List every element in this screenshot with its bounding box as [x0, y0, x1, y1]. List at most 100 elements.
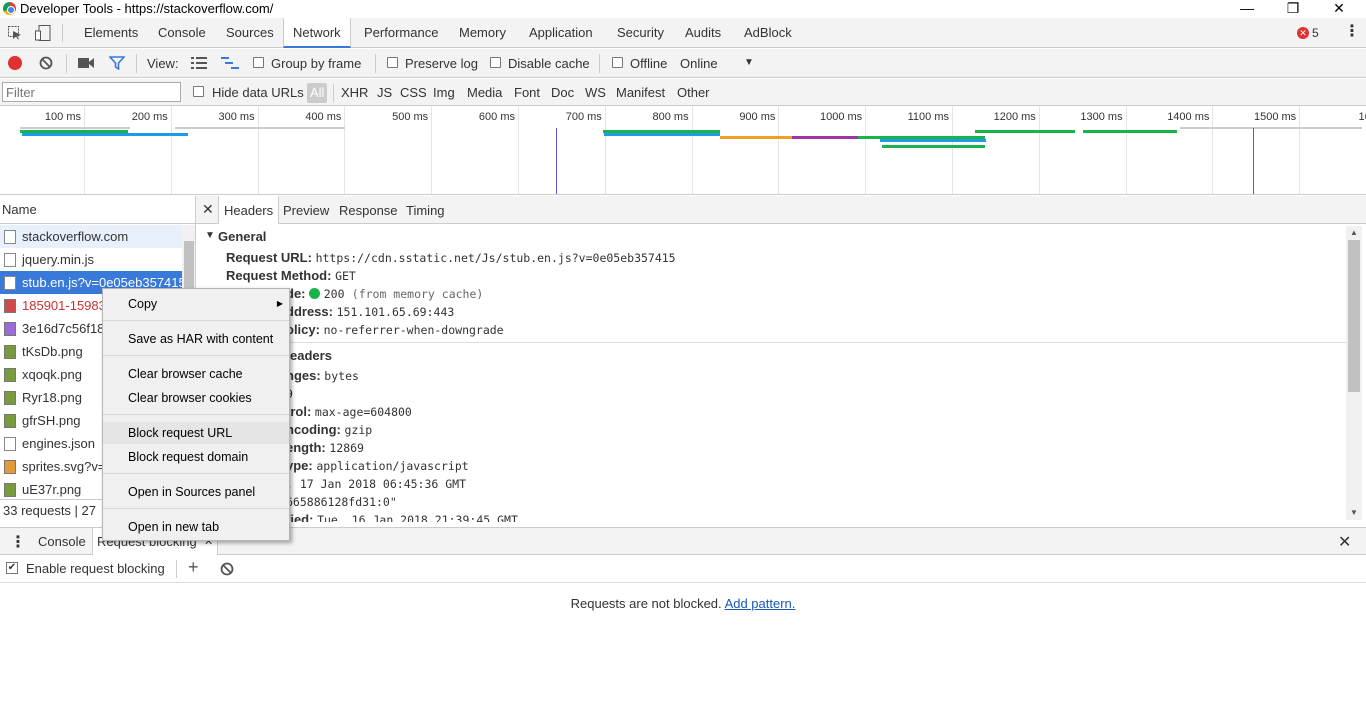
device-toolbar-icon[interactable] [35, 25, 51, 41]
disable-cache-checkbox[interactable] [490, 57, 501, 68]
enable-request-blocking-checkbox[interactable]: ✔ [6, 562, 18, 574]
header-value: bytes [324, 369, 359, 383]
tab-headers[interactable]: Headers [218, 196, 280, 224]
details-scrollbar[interactable]: ▲ ▼ [1346, 226, 1362, 520]
remove-all-patterns-icon[interactable] [220, 562, 234, 576]
open-in-sources-menu-item[interactable]: Open in Sources panel [103, 481, 289, 503]
filter-type-js[interactable]: JS [377, 85, 392, 100]
timeline-tick-label: 1100 ms [907, 111, 949, 123]
throttling-dropdown-icon[interactable]: ▼ [744, 57, 754, 68]
timeline-tick-label: 1000 ms [819, 111, 863, 123]
close-window-button[interactable]: ✕ [1316, 0, 1362, 18]
network-overview-timeline[interactable]: 100 ms 200 ms 300 ms 400 ms 500 ms 600 ms 700 … [0, 106, 1366, 195]
filter-type-other[interactable]: Other [677, 85, 710, 100]
timeline-tick-label: 1300 ms [1080, 111, 1123, 123]
tab-performance[interactable]: Performance [362, 18, 440, 48]
tab-security[interactable]: Security [615, 18, 666, 48]
timeline-gridline [1125, 106, 1127, 194]
capture-screenshots-icon[interactable] [78, 57, 95, 69]
window-title-bar: Developer Tools - https://stackoverflow.… [0, 0, 1366, 18]
copy-menu-item[interactable]: Copy ▶ [103, 293, 289, 315]
clear-cookies-menu-item[interactable]: Clear browser cookies [103, 387, 289, 409]
general-section-title[interactable]: General [218, 229, 266, 244]
filter-type-manifest[interactable]: Manifest [616, 85, 665, 100]
offline-checkbox[interactable] [612, 57, 623, 68]
close-details-icon[interactable]: ✕ [202, 201, 214, 218]
error-count[interactable]: 5 [1312, 26, 1319, 40]
drawer-menu-icon[interactable]: ⋮ [10, 532, 26, 552]
tab-response[interactable]: Response [339, 196, 398, 224]
request-row[interactable]: stackoverflow.com [0, 225, 182, 248]
filter-type-doc[interactable]: Doc [551, 85, 574, 100]
large-rows-icon[interactable] [191, 57, 207, 69]
request-method-value: GET [335, 269, 356, 283]
context-menu: Copy ▶ Save as HAR with content Clear brows… [102, 288, 290, 541]
add-pattern-link[interactable]: Add pattern. [725, 596, 796, 611]
tab-preview[interactable]: Preview [283, 196, 329, 224]
request-name: jquery.min.js [22, 252, 95, 267]
filter-icon[interactable] [108, 56, 126, 71]
filter-bar: Hide data URLs All XHR JS CSS Img Media … [0, 79, 1366, 106]
filter-type-xhr[interactable]: XHR [341, 85, 368, 100]
tab-sources[interactable]: Sources [224, 18, 276, 48]
inspect-element-icon[interactable] [8, 26, 22, 40]
error-icon[interactable]: ✕ [1297, 27, 1309, 39]
minimize-button[interactable]: — [1224, 0, 1270, 18]
tab-timing[interactable]: Timing [406, 196, 445, 224]
restore-button[interactable]: ❐ [1270, 0, 1316, 18]
filter-type-all[interactable]: All [307, 83, 328, 103]
tab-adblock[interactable]: AdBlock [742, 18, 794, 48]
remote-address-row: ddress: 151.101.65.69:443 [286, 304, 454, 319]
block-request-domain-menu-item[interactable]: Block request domain [103, 446, 289, 468]
timeline-request-bar [792, 136, 858, 139]
tab-memory[interactable]: Memory [457, 18, 508, 48]
clear-cache-menu-item[interactable]: Clear browser cache [103, 363, 289, 385]
clear-icon[interactable] [39, 56, 53, 70]
block-request-url-menu-item[interactable]: Block request URL [103, 422, 289, 444]
filter-type-font[interactable]: Font [514, 85, 540, 100]
filter-type-img[interactable]: Img [433, 85, 455, 100]
tab-application[interactable]: Application [527, 18, 595, 48]
tab-console[interactable]: Console [156, 18, 208, 48]
disable-cache-label: Disable cache [508, 56, 590, 71]
response-header-row: trol: max-age=604800 [286, 404, 412, 419]
status-code-row: de: 200 (from memory cache) [286, 286, 483, 301]
menu-separator [103, 414, 289, 415]
timeline-request-bar [975, 130, 1075, 133]
group-by-frame-checkbox[interactable] [253, 57, 264, 68]
timeline-tick-label: 800 ms [652, 111, 689, 123]
remote-address-key: ddress: [286, 304, 333, 319]
save-har-menu-item[interactable]: Save as HAR with content [103, 328, 289, 350]
close-drawer-icon[interactable]: ✕ [1338, 532, 1351, 552]
header-value: application/javascript [316, 459, 469, 473]
drawer-tab-console[interactable]: Console [38, 534, 86, 549]
request-url-row: Request URL: https://cdn.sstatic.net/Js/… [226, 250, 676, 265]
filter-type-ws[interactable]: WS [585, 85, 606, 100]
tab-elements[interactable]: Elements [82, 18, 140, 48]
timeline-tick-label: 700 ms [565, 111, 602, 123]
filter-type-css[interactable]: CSS [400, 85, 427, 100]
record-button[interactable] [8, 56, 22, 70]
timeline-request-bar [720, 136, 792, 139]
tab-audits[interactable]: Audits [683, 18, 723, 48]
filter-input[interactable] [2, 82, 181, 102]
request-row[interactable]: jquery.min.js [0, 248, 182, 271]
preserve-log-checkbox[interactable] [387, 57, 398, 68]
filter-type-media[interactable]: Media [467, 85, 502, 100]
general-expand-icon[interactable]: ▼ [205, 230, 215, 241]
name-column-header[interactable]: Name [0, 196, 195, 224]
add-pattern-icon[interactable]: + [188, 557, 199, 578]
request-method-key: Request Method: [226, 268, 332, 283]
document-icon [4, 437, 16, 451]
open-in-new-tab-menu-item[interactable]: Open in new tab [103, 516, 289, 538]
referrer-policy-key: olicy: [286, 322, 320, 337]
waterfall-view-icon[interactable] [221, 57, 239, 69]
kebab-menu-icon[interactable]: ⋮ [1344, 24, 1360, 40]
response-headers-title[interactable]: eaders [290, 348, 332, 363]
hide-data-urls-checkbox[interactable] [193, 86, 204, 97]
view-label: View: [147, 56, 179, 71]
timeline-tick-label: 1400 ms [1167, 111, 1210, 123]
timeline-gridline [431, 106, 433, 194]
throttling-select[interactable]: Online [680, 56, 718, 71]
tab-network[interactable]: Network [283, 18, 351, 48]
